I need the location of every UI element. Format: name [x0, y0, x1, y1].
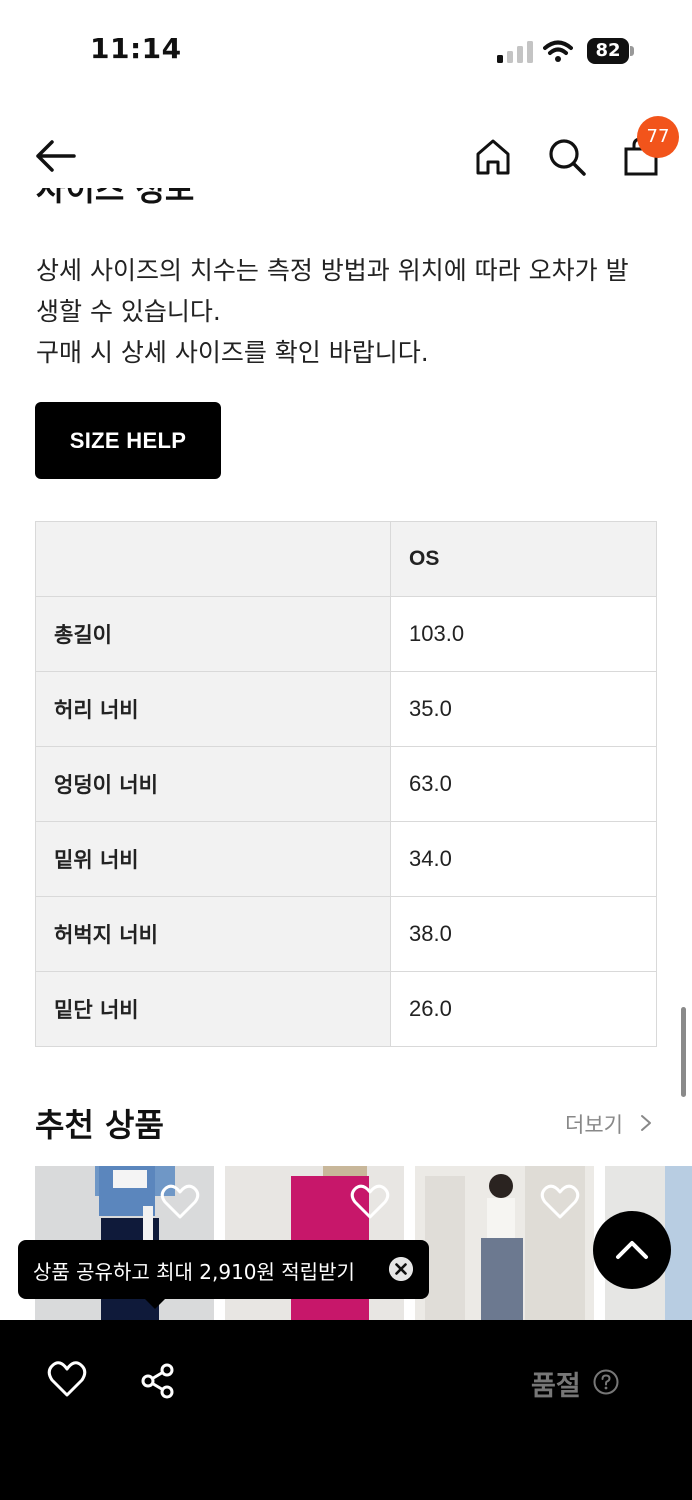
more-link[interactable]: 더보기 [565, 1109, 623, 1139]
back-arrow-icon[interactable] [30, 136, 80, 176]
recommend-title: 추천 상품 [35, 1106, 164, 1144]
table-row: 허리 너비 35.0 [35, 671, 657, 747]
share-icon[interactable] [139, 1362, 177, 1400]
question-icon[interactable] [593, 1369, 619, 1395]
size-notice: 상세 사이즈의 치수는 측정 방법과 위치에 따라 오차가 발 생할 수 있습니… [36, 250, 666, 373]
measure-label: 허벅지 너비 [35, 896, 391, 972]
tooltip-tail [144, 1298, 166, 1309]
chevron-right-icon[interactable] [640, 1114, 652, 1132]
measure-value: 63.0 [390, 746, 657, 822]
size-table: OS 총길이 103.0 허리 너비 35.0 엉덩이 너비 63.0 밑위 너… [35, 521, 657, 1047]
scroll-to-top-button[interactable] [593, 1211, 671, 1289]
bottom-action-bar [0, 1320, 692, 1500]
measure-value: 26.0 [390, 971, 657, 1047]
measure-value: 38.0 [390, 896, 657, 972]
table-header-empty-cell [35, 521, 391, 597]
wifi-icon [543, 40, 573, 62]
heart-icon[interactable] [47, 1360, 87, 1398]
cellular-signal-icon [497, 41, 533, 63]
table-row: 밑단 너비 26.0 [35, 971, 657, 1047]
tooltip-text: 상품 공유하고 최대 2,910원 적립받기 [33, 1260, 355, 1284]
table-row: 엉덩이 너비 63.0 [35, 746, 657, 822]
notice-line: 구매 시 상세 사이즈를 확인 바랍니다. [36, 338, 429, 367]
table-row: 총길이 103.0 [35, 596, 657, 672]
battery-indicator: 82 [587, 38, 635, 64]
section-heading-cut: 사이즈 정보 [36, 188, 236, 214]
measure-label: 밑위 너비 [35, 821, 391, 897]
search-icon[interactable] [544, 134, 590, 180]
measure-value: 34.0 [390, 821, 657, 897]
close-icon[interactable] [389, 1257, 413, 1281]
measure-value: 103.0 [390, 596, 657, 672]
table-header-row: OS [35, 521, 657, 597]
soldout-label: 품절 [531, 1371, 581, 1402]
measure-label: 총길이 [35, 596, 391, 672]
table-row: 밑위 너비 34.0 [35, 821, 657, 897]
heart-icon[interactable] [160, 1184, 200, 1220]
measure-label: 밑단 너비 [35, 971, 391, 1047]
measure-value: 35.0 [390, 671, 657, 747]
cart-count-badge: 77 [637, 116, 679, 158]
status-time: 11:14 [90, 32, 182, 65]
table-header-size: OS [390, 521, 657, 597]
product-card[interactable] [415, 1166, 594, 1322]
battery-cap [630, 46, 634, 56]
top-navigation [0, 110, 692, 200]
chevron-up-icon [616, 1241, 648, 1259]
heart-icon[interactable] [540, 1184, 580, 1220]
section-heading-text: 사이즈 정보 [36, 188, 195, 208]
notice-line: 상세 사이즈의 치수는 측정 방법과 위치에 따라 오차가 발 [36, 256, 629, 285]
page-scrollbar[interactable] [681, 1007, 686, 1097]
status-bar: 11:14 82 [0, 0, 692, 100]
size-help-button[interactable]: SIZE HELP [35, 402, 221, 479]
notice-line: 생할 수 있습니다. [36, 297, 221, 326]
battery-level: 82 [587, 38, 629, 64]
share-reward-tooltip: 상품 공유하고 최대 2,910원 적립받기 [18, 1240, 429, 1299]
measure-label: 엉덩이 너비 [35, 746, 391, 822]
home-icon[interactable] [470, 134, 516, 180]
measure-label: 허리 너비 [35, 671, 391, 747]
heart-icon[interactable] [350, 1184, 390, 1220]
table-row: 허벅지 너비 38.0 [35, 896, 657, 972]
